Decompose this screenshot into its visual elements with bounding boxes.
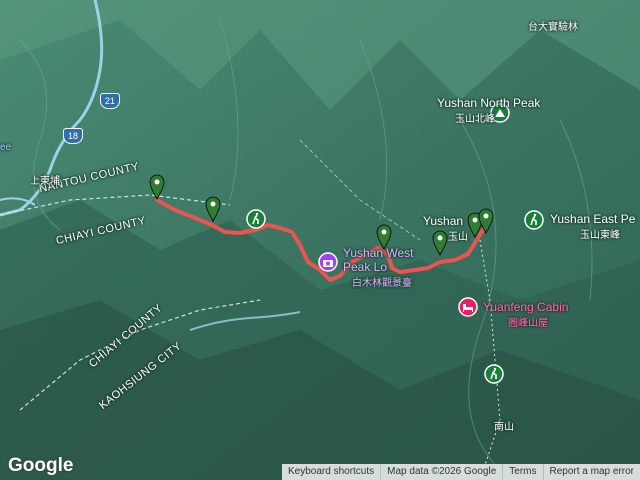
- poi-north-peak-name[interactable]: Yushan North Peak: [437, 96, 540, 110]
- poi-west-peak-name-2: Peak Lo: [343, 260, 388, 274]
- poi-main-peak-name-zh: 玉山: [448, 232, 468, 243]
- road-shield-21: 21: [100, 93, 120, 109]
- keyboard-shortcuts-link[interactable]: Keyboard shortcuts: [282, 464, 380, 480]
- camera-icon[interactable]: [318, 252, 338, 272]
- poi-east-peak-name-zh: 玉山東峰: [580, 230, 620, 241]
- terms-link[interactable]: Terms: [502, 464, 542, 480]
- label-dongpu: 上東埔: [30, 176, 60, 187]
- attribution-bar: Keyboard shortcuts Map data ©2026 Google…: [281, 464, 640, 480]
- map-canvas[interactable]: NANTOU COUNTY CHIAYI COUNTY CHIAYI COUNT…: [0, 0, 640, 480]
- map-pin-icon[interactable]: [376, 224, 392, 250]
- poi-east-peak-name[interactable]: Yushan East Pe: [550, 212, 635, 226]
- bed-icon[interactable]: [458, 297, 478, 317]
- label-south-mountain: 南山: [494, 422, 514, 433]
- poi-north-peak-name-zh: 玉山北峰: [455, 114, 495, 125]
- label-ee: ee: [0, 142, 12, 153]
- poi-cabin-name[interactable]: Yuanfeng Cabin: [483, 300, 568, 314]
- hiking-icon[interactable]: [246, 209, 266, 229]
- poi-main-peak-name[interactable]: Yushan: [423, 214, 463, 228]
- poi-west-peak-name-zh: 白木林觀景臺: [352, 278, 412, 289]
- map-data-text: Map data ©2026 Google: [380, 464, 502, 480]
- terrain-layer: [0, 0, 640, 480]
- google-logo: Google: [8, 455, 74, 476]
- road-shield-18: 18: [63, 128, 83, 144]
- map-pin-icon[interactable]: [205, 196, 221, 222]
- poi-cabin-name-zh: 圓峰山屋: [508, 318, 548, 329]
- map-pin-icon[interactable]: [432, 230, 448, 256]
- hiking-icon[interactable]: [484, 364, 504, 384]
- hiking-icon[interactable]: [524, 210, 544, 230]
- report-error-link[interactable]: Report a map error: [542, 464, 640, 480]
- label-forest: 台大實驗林: [528, 22, 578, 33]
- map-pin-icon[interactable]: [478, 208, 494, 234]
- map-pin-icon[interactable]: [149, 174, 165, 200]
